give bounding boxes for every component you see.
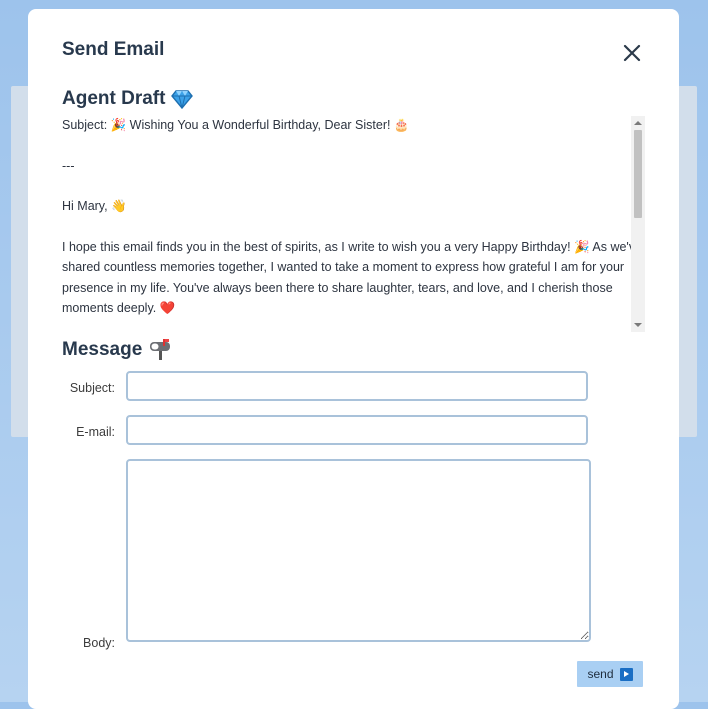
send-button-label: send [587,667,614,681]
play-icon [619,667,633,681]
email-label: E-mail: [76,425,115,439]
agent-draft-content: Subject: 🎉 Wishing You a Wonderful Birth… [62,115,646,333]
dialog-title: Send Email [62,39,165,60]
send-email-dialog: Send Email Agent Draft Subject: 🎉 Wishin… [28,9,679,709]
body-label: Body: [83,636,115,650]
close-icon [623,44,641,62]
draft-greeting: Hi Mary, 👋 [62,199,127,213]
agent-draft-heading: Agent Draft [62,88,194,110]
email-input[interactable] [126,415,588,445]
scroll-down-icon[interactable] [634,323,642,327]
mailbox-icon [150,339,171,360]
agent-draft-heading-text: Agent Draft [62,88,166,109]
message-heading: Message [62,339,172,361]
send-button[interactable]: send [577,661,643,687]
subject-label: Subject: [69,381,115,395]
close-button[interactable] [620,41,644,65]
draft-subject-line: Subject: 🎉 Wishing You a Wonderful Birth… [62,118,410,132]
draft-paragraph: I hope this email finds you in the best … [62,239,643,316]
subject-input[interactable] [126,371,588,401]
message-heading-text: Message [62,339,143,360]
gem-icon [171,90,194,109]
draft-scrollbar[interactable] [631,116,645,332]
scroll-up-icon[interactable] [634,121,642,125]
body-textarea[interactable] [126,459,591,642]
scroll-thumb[interactable] [634,130,642,218]
draft-separator: --- [62,158,75,173]
